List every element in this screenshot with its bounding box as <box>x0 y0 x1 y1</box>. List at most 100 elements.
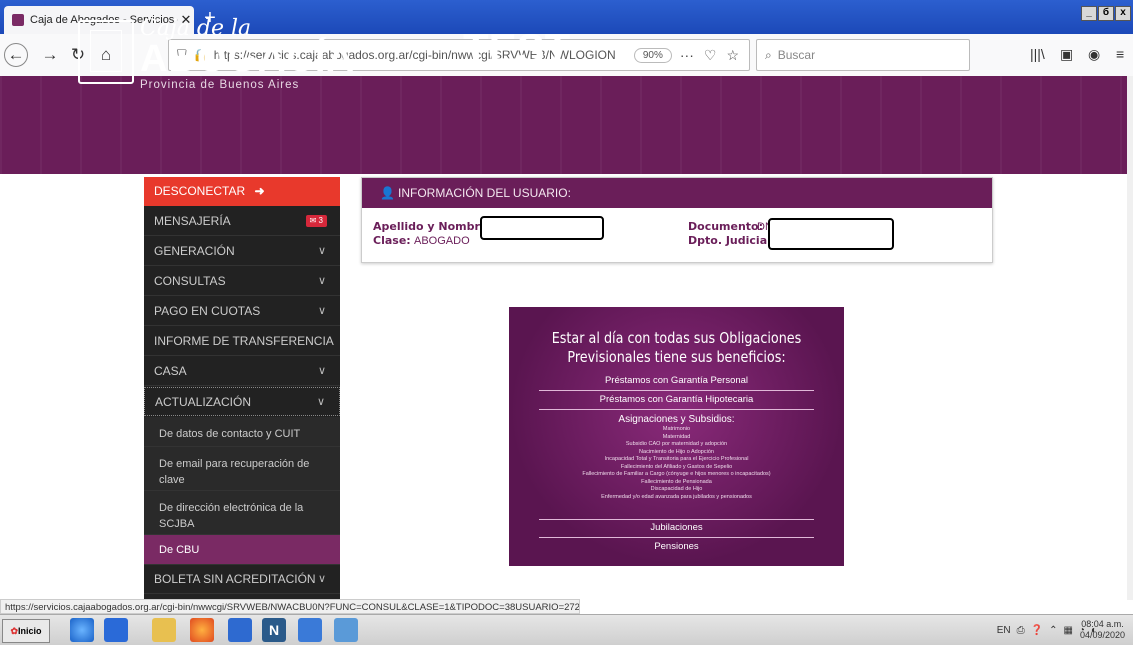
sidebar-item-mensajeria[interactable]: MENSAJERÍA ✉ 3 <box>144 207 340 236</box>
promo-loan-mortgage: Préstamos con Garantía Hipotecaria <box>599 394 754 405</box>
search-placeholder: Buscar <box>777 48 816 62</box>
chevron-down-icon: ∨ <box>317 573 326 585</box>
link-status-bar: https://servicios.cajaabogados.org.ar/cg… <box>0 599 580 614</box>
sidebar-item-label: INFORME DE TRANSFERENCIA <box>154 334 334 348</box>
sidebar-item-label: BOLETA SIN ACREDITACIÓN <box>154 572 316 586</box>
user-icon: 👤 <box>380 186 395 200</box>
pocket-icon[interactable]: ♡ <box>704 47 717 64</box>
sidebar-item-pago-en-cuotas[interactable]: PAGO EN CUOTAS ∨ <box>144 297 340 326</box>
outlook-icon[interactable] <box>104 618 128 642</box>
page-actions-icon[interactable]: ··· <box>680 47 694 63</box>
page-title: TEST <box>463 25 571 72</box>
sidebar-subitem-label: De dirección electrónica de la SCJBA <box>159 502 304 530</box>
promo-subsidies-title: Asignaciones y Subsidios: <box>618 414 735 425</box>
user-info-panel: 👤 INFORMACIÓN DEL USUARIO: Apellido y No… <box>361 177 993 263</box>
promo-loan-personal: Préstamos con Garantía Personal <box>604 375 749 386</box>
sidebar-item-label: PAGO EN CUOTAS <box>154 304 261 318</box>
sidebar-item-consultas[interactable]: CONSULTAS ∨ <box>144 267 340 296</box>
sidebar-subitem-datos-contacto[interactable]: De datos de contacto y CUIT <box>144 417 340 447</box>
document-value-redacted <box>768 218 894 250</box>
language-indicator[interactable]: EN <box>997 625 1011 636</box>
promo-subsidies-list: Matrimonio Maternidad Subsidio CAO por m… <box>582 426 771 500</box>
sidebar-item-boleta-sin-acreditacion[interactable]: BOLETA SIN ACREDITACIÓN ∨ <box>144 565 340 594</box>
sidebar-item-label: MENSAJERÍA <box>154 214 231 228</box>
document-label: Documento: <box>688 220 764 233</box>
search-icon: ⌕ <box>765 47 772 62</box>
promo-headline-2: Previsionales tiene sus beneficios: <box>567 348 786 366</box>
chevron-down-icon: ∨ <box>317 275 326 287</box>
judicial-dept-label: Dpto. Judicial: <box>688 234 776 247</box>
sidebar-subitem-label: De CBU <box>159 544 200 556</box>
printer-icon[interactable]: ⎙ <box>1017 625 1025 636</box>
site-favicon-icon <box>12 14 24 26</box>
chevron-down-icon: ∨ <box>317 305 326 317</box>
onenote-icon[interactable]: N <box>262 618 286 642</box>
window-controls: _ б x <box>1081 6 1131 21</box>
account-icon[interactable]: ◉ <box>1088 46 1100 63</box>
forward-arrow-icon[interactable]: → <box>38 43 62 67</box>
promo-divider <box>539 390 814 391</box>
name-label: Apellido y Nombre: <box>373 220 492 233</box>
sidebar-item-casa[interactable]: CASA ∨ <box>144 357 340 386</box>
message-count-badge: ✉ 3 <box>305 215 327 227</box>
word-icon[interactable] <box>298 618 322 642</box>
sidebar-subitem-cbu[interactable]: De CBU <box>144 535 340 565</box>
close-window-button[interactable]: x <box>1115 6 1131 21</box>
logo-subtitle: Provincia de Buenos Aires <box>140 79 300 91</box>
class-label: Clase: <box>373 234 411 247</box>
promo-divider <box>539 519 814 520</box>
clock-time: 08:04 a.m. <box>1081 619 1124 629</box>
windows-flag-icon: ✿ <box>10 626 19 636</box>
firefox-icon[interactable] <box>190 618 214 642</box>
promo-divider <box>539 537 814 538</box>
user-info-title: INFORMACIÓN DEL USUARIO: <box>398 186 571 200</box>
sidebar-subitem-label: De datos de contacto y CUIT <box>159 428 301 440</box>
sidebar-item-generacion[interactable]: GENERACIÓN ∨ <box>144 237 340 266</box>
scales-of-justice-logo-icon <box>78 20 134 84</box>
promo-pensions: Pensiones <box>654 541 699 552</box>
promo-divider <box>539 409 814 410</box>
restore-button[interactable]: б <box>1098 6 1114 21</box>
sidebar-item-label: CONSULTAS <box>154 274 226 288</box>
start-button[interactable]: ✿Inicio <box>2 619 50 643</box>
clock-date: 04/09/2020 <box>1079 630 1125 640</box>
menu-icon[interactable]: ≡ <box>1116 46 1124 62</box>
library-icon[interactable]: |||\ <box>1030 46 1045 62</box>
network-icon[interactable]: ▦ <box>1063 625 1072 636</box>
sidebar-item-label: ACTUALIZACIÓN <box>155 395 252 409</box>
minimize-button[interactable]: _ <box>1081 6 1097 21</box>
zoom-level-badge[interactable]: 90% <box>633 47 672 63</box>
chevron-down-icon: ∨ <box>317 245 326 257</box>
sidebar-item-label: GENERACIÓN <box>154 244 235 258</box>
sidebar-item-label: CASA <box>154 364 187 378</box>
promo-retirement: Jubilaciones <box>650 522 703 533</box>
search-bar[interactable]: ⌕ Buscar <box>756 39 970 71</box>
help-icon[interactable]: ❓ <box>1031 625 1043 636</box>
sidebar-item-actualizacion[interactable]: ACTUALIZACIÓN ∨ <box>144 387 340 416</box>
media-player-icon[interactable] <box>334 618 358 642</box>
chevron-up-icon: ∨ <box>316 396 325 408</box>
sidebar-subitem-direccion-electronica[interactable]: De dirección electrónica de la SCJBA <box>144 491 340 535</box>
internet-explorer-icon[interactable] <box>70 618 94 642</box>
clock[interactable]: 08:04 a.m. 04/09/2020 <box>1080 619 1125 641</box>
sidebar-item-informe-de-transferencia[interactable]: INFORME DE TRANSFERENCIA <box>144 327 340 356</box>
bookmark-star-icon[interactable]: ☆ <box>726 47 739 64</box>
windows-taskbar: ✿Inicio N EN ⎙ ❓ ⌃ ▦ ◔ ◐ 08:04 a.m. 04/0… <box>0 614 1133 645</box>
disconnect-button[interactable]: DESCONECTAR ➜ <box>144 177 340 206</box>
back-arrow-icon[interactable]: ← <box>4 43 28 67</box>
vertical-scrollbar[interactable] <box>1127 76 1133 600</box>
app-icon[interactable] <box>228 618 252 642</box>
name-value-redacted <box>480 216 604 240</box>
sidebar-subitem-email-recuperacion[interactable]: De email para recuperación de clave <box>144 447 340 491</box>
sidebar-toggle-icon[interactable]: ▣ <box>1060 46 1073 63</box>
class-value: ABOGADO <box>414 235 470 247</box>
file-explorer-icon[interactable] <box>152 618 176 642</box>
sidebar-menu: DESCONECTAR ➜ MENSAJERÍA ✉ 3 GENERACIÓN … <box>144 177 340 600</box>
logo-main-text: ABOGACÍA <box>140 38 355 80</box>
tray-expand-icon[interactable]: ⌃ <box>1049 625 1057 636</box>
promo-headline-1: Estar al día con todas sus Obligaciones <box>551 329 802 347</box>
sidebar-subitem-label: De email para recuperación de clave <box>159 458 310 486</box>
disconnect-label: DESCONECTAR <box>154 184 246 198</box>
chevron-down-icon: ∨ <box>317 365 326 377</box>
logout-icon: ➜ <box>254 184 265 198</box>
